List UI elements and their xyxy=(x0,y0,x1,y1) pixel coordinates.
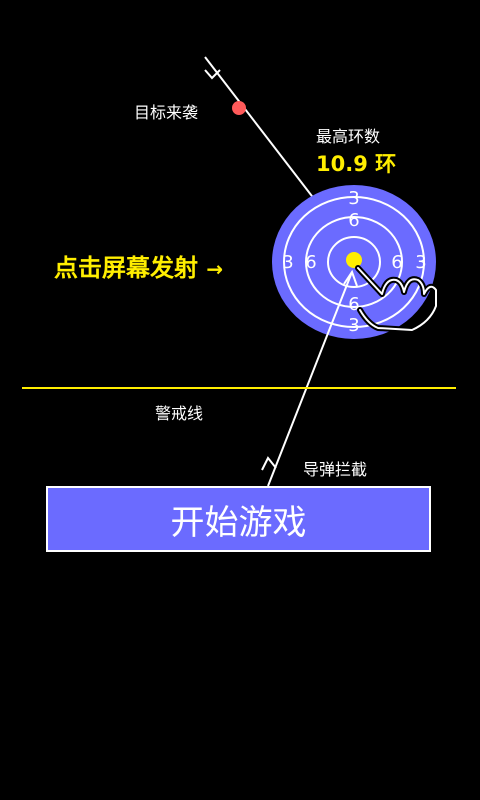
start-game-button[interactable]: 开始游戏 xyxy=(46,486,431,552)
right-arrow-icon: → xyxy=(206,257,224,281)
high-score-value: 10.9 环 xyxy=(316,152,397,176)
warning-line xyxy=(22,387,456,389)
tap-to-fire-label: 点击屏幕发射 → xyxy=(54,248,223,283)
game-scene[interactable]: 3 6 3 6 6 3 6 3 xyxy=(0,0,480,800)
high-score-label: 最高环数 xyxy=(316,127,381,146)
ring-label-outer-top: 3 xyxy=(348,188,359,209)
ring-label-inner-left: 6 xyxy=(305,252,316,273)
ring-label-inner-right: 6 xyxy=(391,252,402,273)
tap-to-fire-text: 点击屏幕发射 xyxy=(54,254,198,282)
ring-label-inner-top: 6 xyxy=(348,210,359,231)
intercept-label: 导弹拦截 xyxy=(303,460,368,479)
warning-line-label: 警戒线 xyxy=(155,404,204,423)
ring-label-outer-left: 3 xyxy=(282,252,293,273)
enemy-dot xyxy=(232,101,246,115)
ring-label-outer-bottom: 3 xyxy=(348,315,359,336)
ring-label-outer-right: 3 xyxy=(415,252,426,273)
incoming-target-label: 目标来袭 xyxy=(134,103,199,122)
